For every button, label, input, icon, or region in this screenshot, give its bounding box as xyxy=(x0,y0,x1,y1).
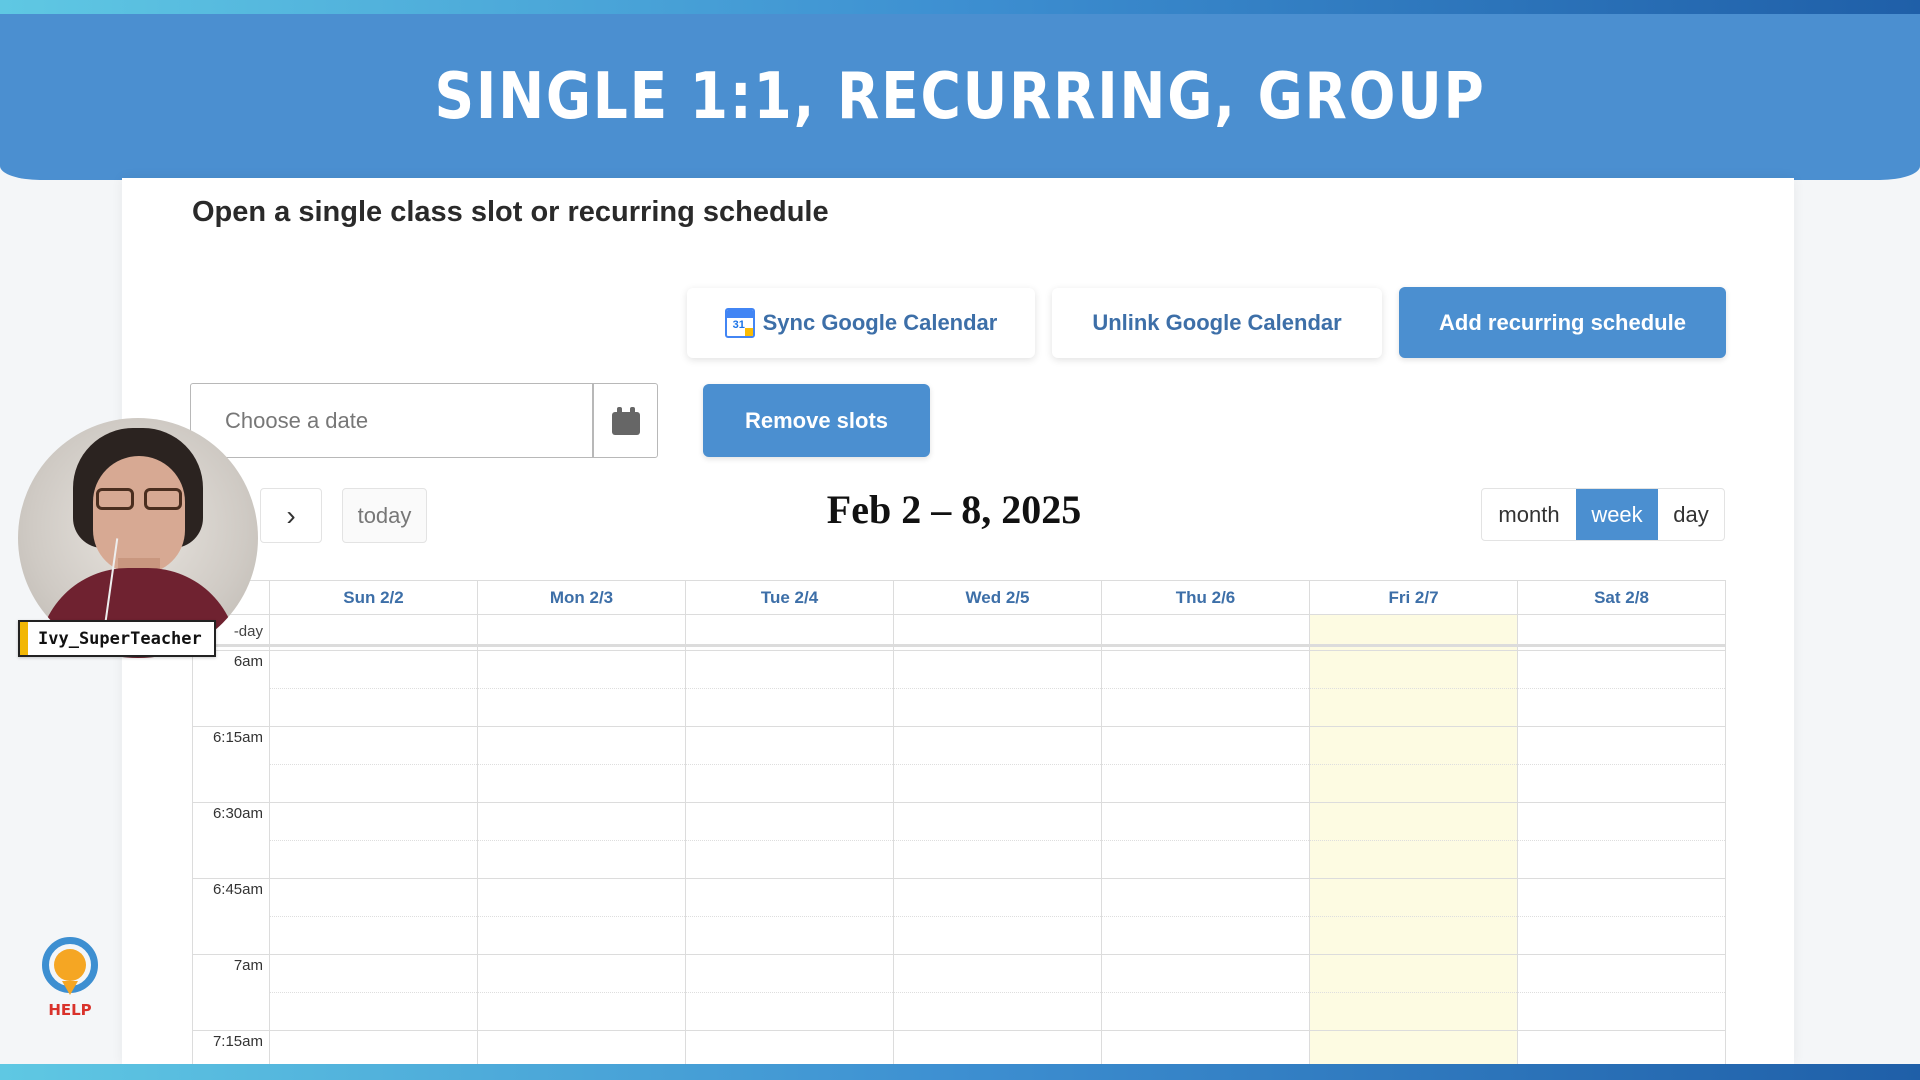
chevron-right-icon: › xyxy=(286,499,296,531)
time-slot-row[interactable] xyxy=(270,954,1726,1030)
calendar-icon xyxy=(611,406,640,435)
day-header[interactable]: Thu 2/6 xyxy=(1102,581,1310,615)
day-header[interactable]: Wed 2/5 xyxy=(894,581,1102,615)
day-header[interactable]: Tue 2/4 xyxy=(686,581,894,615)
add-recurring-schedule-button[interactable]: Add recurring schedule xyxy=(1399,287,1726,358)
time-slot-label: 6:30am xyxy=(212,805,263,822)
view-week-button[interactable]: week xyxy=(1576,489,1658,540)
next-week-button[interactable]: › xyxy=(260,488,322,543)
time-slot-row[interactable] xyxy=(270,650,1726,726)
time-slot-label: 6:15am xyxy=(212,729,263,746)
all-day-row[interactable] xyxy=(193,615,1726,647)
time-slot-row[interactable] xyxy=(270,802,1726,878)
time-slot-label: 7am xyxy=(233,957,263,974)
bottom-gradient-strip xyxy=(0,1064,1920,1080)
presenter-name-tag: Ivy_SuperTeacher xyxy=(18,620,216,657)
unlink-google-calendar-button[interactable]: Unlink Google Calendar xyxy=(1052,288,1382,358)
time-slot-row[interactable] xyxy=(270,726,1726,802)
title-banner: SINGLE 1:1, RECURRING, GROUP xyxy=(0,14,1920,180)
choose-date-input[interactable] xyxy=(190,383,593,458)
view-switcher: month week day xyxy=(1481,488,1725,541)
view-day-button[interactable]: day xyxy=(1658,489,1724,540)
banner-title: SINGLE 1:1, RECURRING, GROUP xyxy=(434,60,1486,134)
calendar-range-title: Feb 2 – 8, 2025 xyxy=(826,487,1082,532)
date-picker-button[interactable] xyxy=(593,383,658,458)
add-recurring-schedule-label: Add recurring schedule xyxy=(1439,309,1686,335)
remove-slots-label: Remove slots xyxy=(744,407,889,433)
view-month-button[interactable]: month xyxy=(1482,489,1576,540)
unlink-google-calendar-label: Unlink Google Calendar xyxy=(1092,310,1342,335)
time-slot-label: 6:45am xyxy=(212,881,263,898)
week-calendar-grid: Sun 2/2 Mon 2/3 Tue 2/4 Wed 2/5 Thu 2/6 Fri 2… xyxy=(192,580,1726,1064)
day-header[interactable]: Mon 2/3 xyxy=(478,581,686,615)
help-label: HELP xyxy=(48,1001,92,1019)
sync-google-calendar-button[interactable]: 31 Sync Google Calendar xyxy=(687,288,1035,358)
help-button[interactable]: HELP xyxy=(34,935,106,1025)
time-slot-label: 7:15am xyxy=(212,1033,263,1050)
day-header[interactable]: Fri 2/7 xyxy=(1310,581,1518,615)
time-slot-row[interactable] xyxy=(270,878,1726,954)
day-header[interactable]: Sun 2/2 xyxy=(270,581,478,615)
day-header[interactable]: Sat 2/8 xyxy=(1518,581,1726,615)
presenter-name: Ivy_SuperTeacher xyxy=(38,628,202,649)
time-slot-row[interactable] xyxy=(270,1030,1726,1064)
today-button[interactable]: today xyxy=(342,488,427,543)
section-title: Open a single class slot or recurring sc… xyxy=(192,196,829,228)
google-calendar-icon-date: 31 xyxy=(732,319,745,331)
sync-google-calendar-label: Sync Google Calendar xyxy=(762,310,998,335)
google-calendar-icon: 31 xyxy=(724,308,755,338)
remove-slots-button[interactable]: Remove slots xyxy=(703,384,930,457)
